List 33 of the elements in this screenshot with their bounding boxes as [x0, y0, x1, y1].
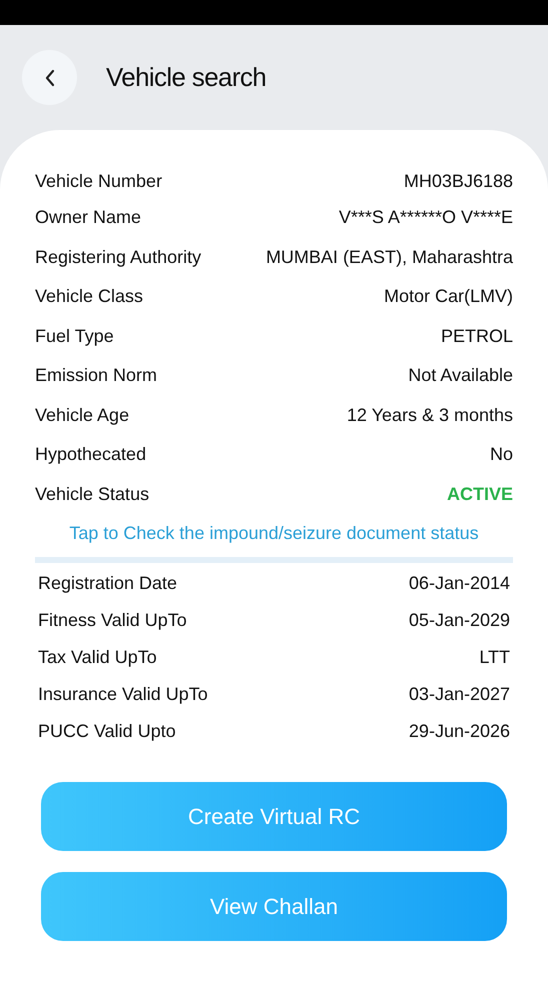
detail-label: Vehicle Class — [35, 285, 144, 308]
validity-date: 05-Jan-2029 — [408, 609, 510, 632]
status-value: ACTIVE — [446, 482, 513, 506]
validity-label: Registration Date — [38, 572, 178, 595]
back-icon — [44, 68, 56, 86]
page-title: Vehicle search — [106, 61, 266, 94]
impound-status-link[interactable]: Tap to Check the impound/seizure document status — [35, 520, 513, 547]
detail-value: MH03BJ6188 — [404, 170, 513, 192]
validity-label: Tax Valid UpTo — [38, 646, 157, 669]
validity-date: 06-Jan-2014 — [408, 572, 510, 595]
validity-date: 29-Jun-2026 — [408, 720, 510, 743]
detail-label: Vehicle Status — [35, 482, 150, 506]
validity-label: Insurance Valid UpTo — [38, 683, 208, 706]
detail-label: Registering Authority — [35, 246, 202, 269]
detail-label: Owner Name — [35, 206, 142, 230]
detail-value: 12 Years & 3 months — [346, 404, 513, 427]
detail-label: Vehicle Number — [35, 170, 162, 192]
detail-value: No — [490, 443, 513, 466]
detail-value: Not Available — [408, 364, 513, 388]
validity-date: LTT — [479, 646, 510, 669]
action-button[interactable]: Create Virtual RC — [41, 782, 507, 851]
detail-label: Vehicle Age — [35, 404, 130, 427]
action-button[interactable]: View Challan — [41, 872, 507, 941]
detail-label: Emission Norm — [35, 364, 158, 388]
detail-value: Motor Car(LMV) — [384, 285, 513, 308]
validity-label: Fitness Valid UpTo — [38, 609, 187, 632]
validity-date: 03-Jan-2027 — [408, 683, 510, 706]
detail-label: Fuel Type — [35, 324, 114, 348]
detail-label: Hypothecated — [35, 443, 146, 466]
detail-value: PETROL — [440, 324, 513, 348]
detail-value: V***S A******O V****E — [338, 206, 513, 230]
validity-label: PUCC Valid Upto — [38, 720, 176, 743]
detail-value: MUMBAI (EAST), Maharashtra — [266, 246, 513, 269]
